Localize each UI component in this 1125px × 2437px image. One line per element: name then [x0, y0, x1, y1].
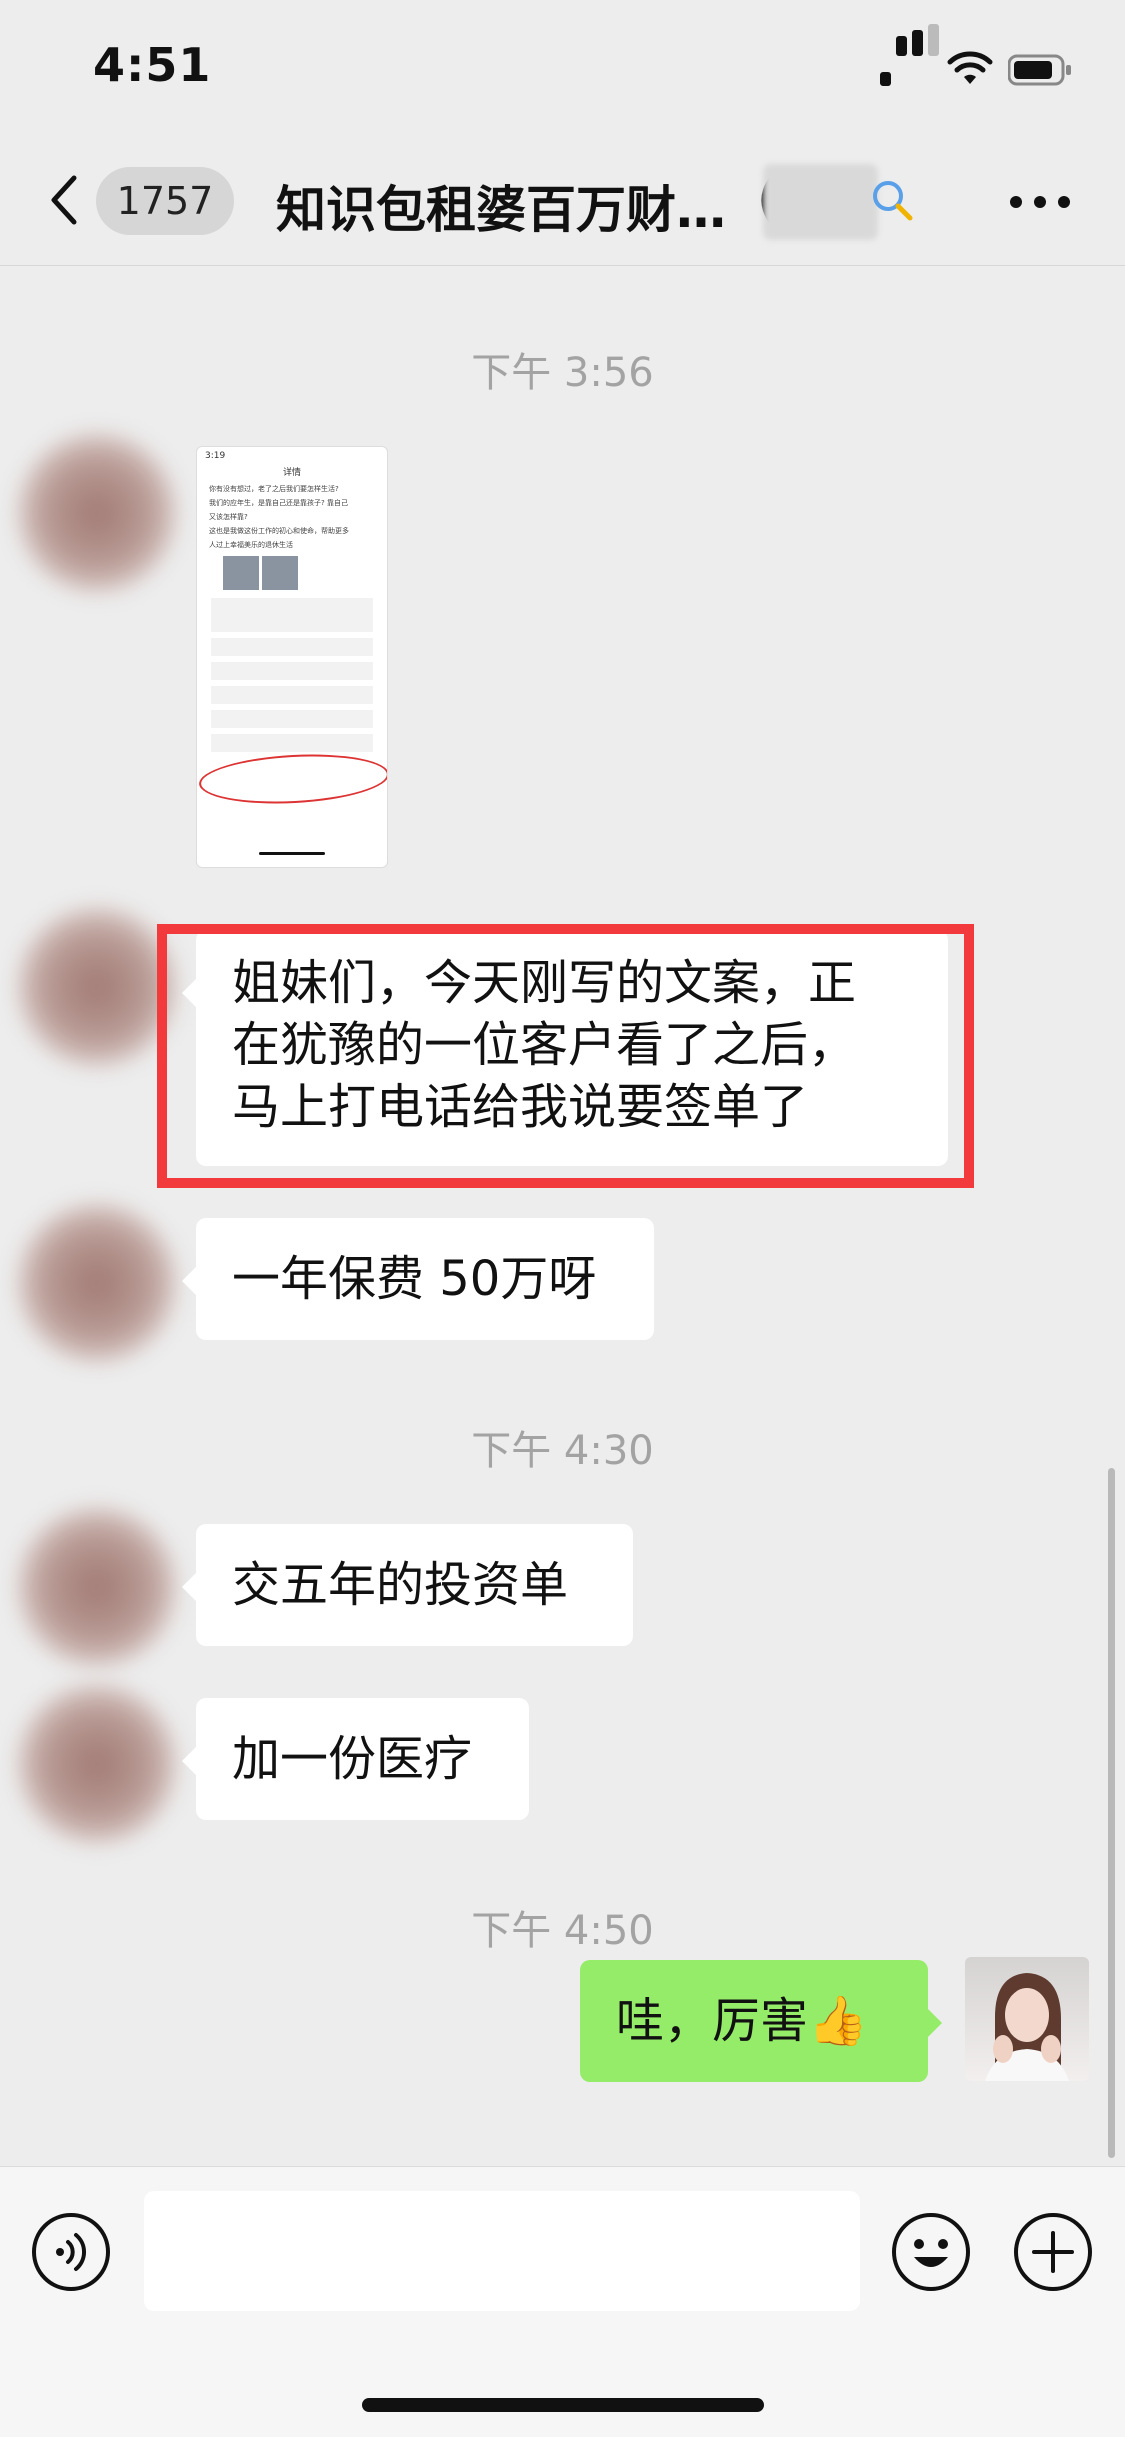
message-text-input[interactable] — [144, 2191, 860, 2311]
image-message-thumbnail[interactable]: 3:19 详情 你有没有想过，老了之后我们要怎样生活? 我们的应年生，是靠自己还… — [196, 446, 388, 868]
text-message-bubble[interactable]: 加一份医疗 — [182, 1698, 529, 1820]
redacted-member-count — [763, 164, 878, 240]
avatar[interactable] — [18, 434, 176, 592]
scroll-indicator[interactable] — [1108, 1468, 1115, 2158]
thumbnail-text-line: 我们的应年生，是靠自己还是靠孩子? 靠自己 — [209, 499, 348, 507]
battery-icon — [1008, 54, 1071, 86]
text-message-bubble[interactable]: 交五年的投资单 — [182, 1524, 633, 1646]
thumbnail-text-line: 这也是我做这份工作的初心和使命，帮助更多 — [209, 527, 349, 535]
text-message-bubble[interactable]: 一年保费 50万呀 — [182, 1218, 654, 1340]
thumbnail-comment — [211, 638, 373, 656]
avatar[interactable] — [18, 908, 176, 1066]
thumbnail-home-indicator — [259, 852, 325, 855]
avatar[interactable] — [18, 1685, 176, 1843]
thumbnail-comment — [211, 686, 373, 704]
chat-title: 知识包租婆百万财… — [276, 181, 726, 239]
status-bar: 4:51 — [0, 0, 1125, 140]
avatar[interactable] — [18, 1204, 176, 1362]
message-input-bar — [0, 2166, 1125, 2437]
timestamp: 下午 4:30 — [471, 1428, 654, 1474]
timestamp: 下午 3:56 — [471, 350, 654, 396]
status-time: 4:51 — [93, 38, 212, 92]
thumbnail-likes — [211, 598, 373, 632]
thumbnail-text-line: 你有没有想过，老了之后我们要怎样生活? — [209, 485, 339, 493]
home-indicator — [362, 2398, 764, 2412]
thumbnail-comment — [211, 662, 373, 680]
thumbnail-comment — [211, 710, 373, 728]
voice-input-icon[interactable] — [30, 2211, 112, 2293]
avatar[interactable] — [18, 1508, 176, 1666]
my-avatar[interactable] — [965, 1957, 1089, 2081]
more-options-icon[interactable] — [1010, 192, 1070, 212]
thumbnail-header: 详情 — [282, 468, 301, 478]
my-message-bubble[interactable]: 哇，厉害👍 — [580, 1960, 942, 2082]
emoji-icon[interactable] — [890, 2211, 972, 2293]
red-circle-annotation — [197, 750, 387, 808]
thumbnail-text-line: 又该怎样靠? — [209, 513, 248, 521]
thumbnail-comment — [211, 734, 373, 752]
red-highlight-box — [157, 924, 974, 1188]
chat-header: 1757 知识包租婆百万财… ( — [0, 140, 1125, 266]
wifi-icon — [947, 51, 993, 84]
add-attachment-icon[interactable] — [1012, 2211, 1094, 2293]
thumbnail-text-line: 人过上幸福美乐的退休生活 — [209, 541, 293, 549]
search-icon — [873, 181, 913, 221]
thumbnail-photos — [223, 556, 361, 590]
back-chevron-icon[interactable] — [44, 170, 84, 230]
timestamp: 下午 4:50 — [471, 1908, 654, 1954]
thumbnail-status-time: 3:19 — [205, 451, 226, 461]
unread-count-badge[interactable]: 1757 — [96, 167, 234, 235]
